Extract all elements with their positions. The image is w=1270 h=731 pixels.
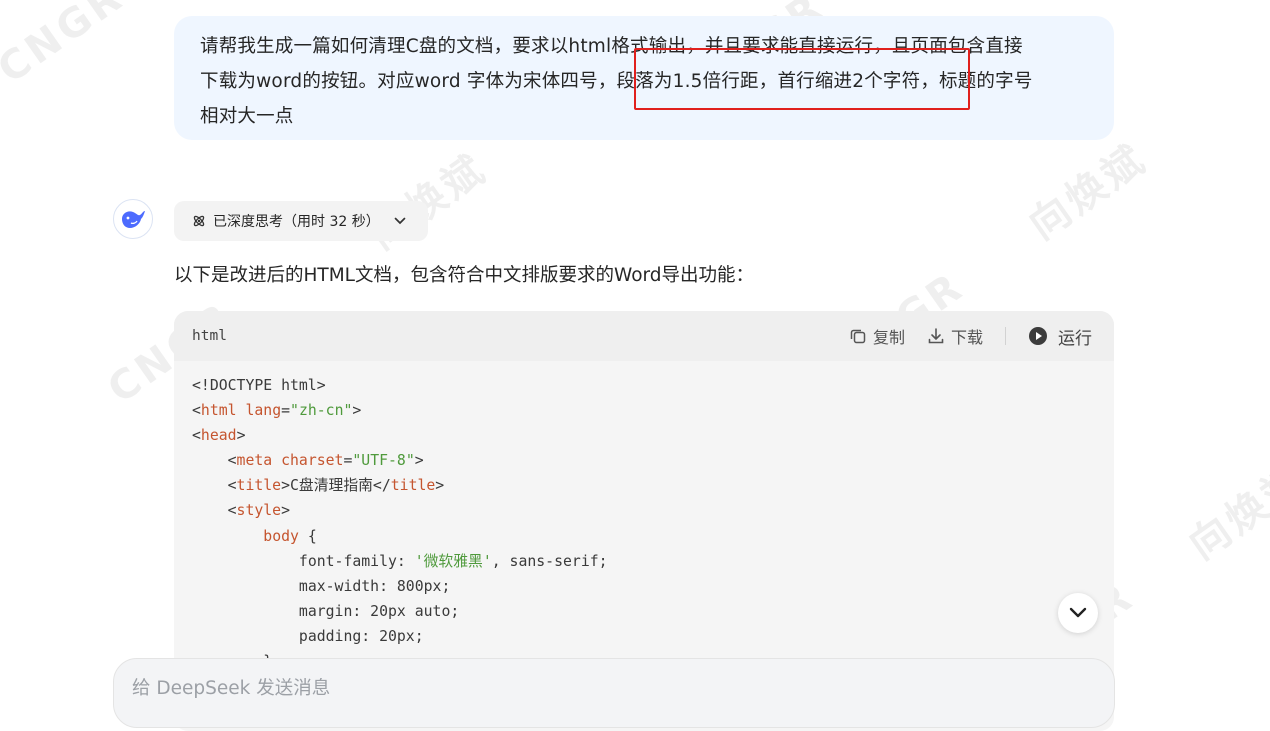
copy-button[interactable]: 复制 xyxy=(849,324,905,348)
code-tag: meta xyxy=(236,452,273,470)
scroll-to-bottom-button[interactable] xyxy=(1058,593,1098,633)
message-input-container xyxy=(113,658,1115,728)
atom-icon xyxy=(192,214,206,228)
divider xyxy=(1005,327,1006,345)
play-circle-icon xyxy=(1029,327,1047,345)
code-tag: head xyxy=(200,427,237,445)
code-tag: style xyxy=(236,502,282,520)
watermark: 向焕斌 xyxy=(1021,135,1156,249)
whale-icon xyxy=(122,211,145,228)
deepseek-avatar xyxy=(113,199,153,239)
download-label: 下载 xyxy=(950,328,983,347)
chevron-down-icon xyxy=(1069,607,1087,618)
chevron-down-icon xyxy=(394,217,406,225)
deep-think-toggle[interactable]: 已深度思考（用时 32 秒） xyxy=(174,201,428,241)
code-content: <!DOCTYPE html> <html lang="zh-cn"> <hea… xyxy=(174,361,1114,686)
watermark: 向焕斌 xyxy=(361,145,496,259)
message-input[interactable] xyxy=(132,678,732,699)
code-selector: body xyxy=(263,527,299,545)
run-label: 运行 xyxy=(1058,328,1092,349)
deep-think-label: 已深度思考（用时 32 秒） xyxy=(213,214,380,230)
copy-icon xyxy=(850,329,866,344)
code-tag: title xyxy=(390,477,436,495)
code-language-label: html xyxy=(192,328,227,344)
watermark: CNGR xyxy=(0,0,133,93)
code-attr: lang xyxy=(245,402,282,420)
run-button[interactable]: 运行 xyxy=(1028,324,1092,349)
download-button[interactable]: 下载 xyxy=(927,324,983,348)
code-line: margin: 20px auto; xyxy=(298,602,460,620)
code-string: "UTF-8" xyxy=(352,452,415,470)
code-tag: title xyxy=(236,477,282,495)
code-text: , sans-serif; xyxy=(491,552,608,570)
code-line: <!DOCTYPE html> xyxy=(192,377,326,394)
code-attr: charset xyxy=(281,452,344,470)
code-string: "zh-cn" xyxy=(290,402,353,420)
code-string: '微软雅黑' xyxy=(414,552,492,570)
code-line: padding: 20px; xyxy=(298,627,424,645)
watermark: 向焕斌 xyxy=(1181,455,1270,569)
code-tag: html xyxy=(200,402,237,420)
code-property: font-family: xyxy=(298,552,415,570)
assistant-intro-text: 以下是改进后的HTML文档，包含符合中文排版要求的Word导出功能： xyxy=(174,265,755,286)
download-icon xyxy=(928,328,944,344)
red-highlight-annotation xyxy=(634,48,970,110)
copy-label: 复制 xyxy=(872,328,905,347)
code-line: max-width: 800px; xyxy=(298,577,451,595)
code-block-header: html 复制 下载 运行 xyxy=(174,311,1114,361)
code-text: C盘清理指南 xyxy=(290,477,373,495)
